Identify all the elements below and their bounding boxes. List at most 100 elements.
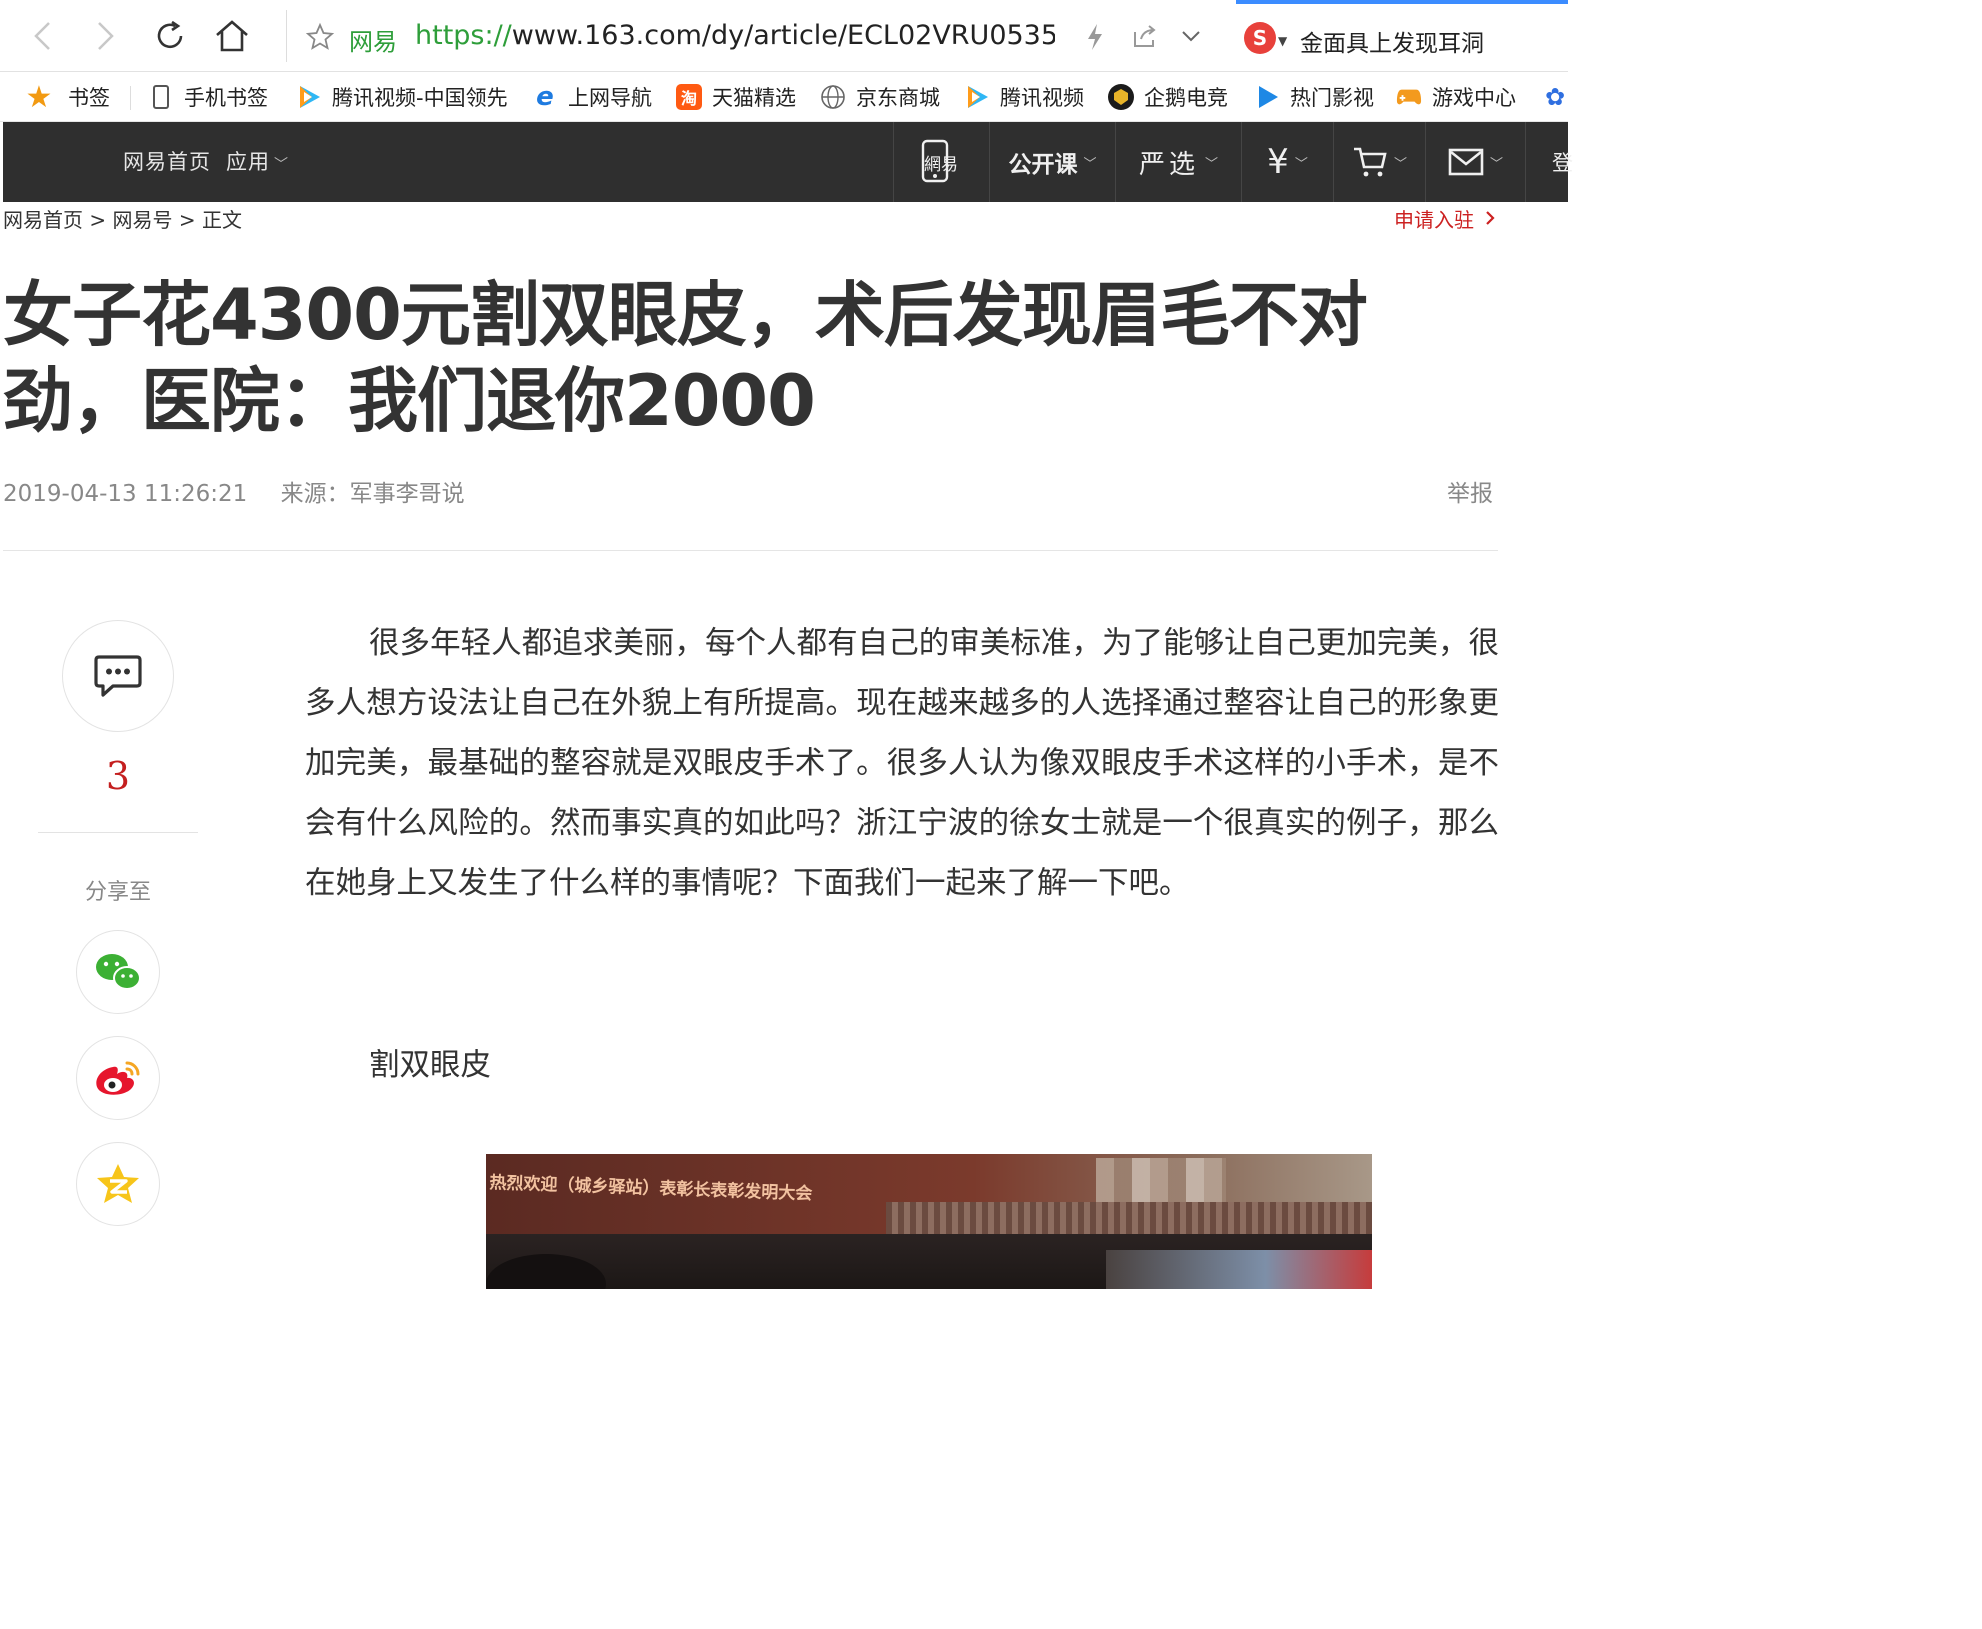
breadcrumb-home[interactable]: 网易首页 <box>3 208 83 232</box>
chevron-down-icon: ﹀ <box>1393 156 1407 172</box>
bookmark-label: 腾讯视频 <box>1000 86 1084 110</box>
article-photo[interactable]: 热烈欢迎（城乡驿站）表彰长表彰发明大会 <box>486 1154 1372 1289</box>
site-nav-bar: 网易首页 应用 ﹀ 網易 公开课 ﹀ 严选 ﹀ ¥ ﹀ ﹀ ﹀ 登 <box>3 122 1573 202</box>
bookmark-mobile[interactable]: 手机书签 <box>148 82 268 112</box>
nav-finance[interactable]: ¥ ﹀ <box>1241 122 1333 202</box>
chevron-down-icon: ﹀ <box>1205 156 1219 172</box>
bookmark-label: 上网导航 <box>568 86 652 110</box>
share-weibo-button[interactable] <box>76 1036 160 1120</box>
bookmark-penguin-esports[interactable]: 企鹅电竞 <box>1108 82 1228 112</box>
bookmark-tencent-video[interactable]: 腾讯视频-中国领先 <box>296 82 508 112</box>
report-link[interactable]: 举报 <box>1447 474 1493 508</box>
bookmark-jd[interactable]: 京东商城 <box>820 82 940 112</box>
phone-icon <box>148 84 174 110</box>
header-divider <box>3 550 1498 551</box>
ie-icon: e <box>536 82 554 112</box>
login-label: 登 <box>1552 151 1573 175</box>
bookmark-navigation[interactable]: e 上网导航 <box>532 82 652 112</box>
nav-home-link[interactable]: 网易首页 <box>123 146 211 176</box>
share-label: 分享至 <box>84 880 151 905</box>
bookmark-game-center[interactable]: 游戏中心 <box>1396 82 1516 112</box>
share-page-icon[interactable] <box>1131 22 1159 50</box>
bookmark-overflow[interactable]: ✿ <box>1542 82 1568 112</box>
nav-mail[interactable]: ﹀ <box>1425 122 1525 202</box>
bookmark-label: 游戏中心 <box>1432 86 1516 110</box>
tencent-video-icon <box>296 84 322 110</box>
play-icon <box>1254 84 1280 110</box>
yanxuan-label: 严选 <box>1138 149 1199 180</box>
address-bar[interactable]: 网易 https://www.163.com/dy/article/ECL02V… <box>286 10 1226 62</box>
refresh-button[interactable] <box>148 14 192 58</box>
weibo-icon <box>96 1061 140 1095</box>
apply-join-label: 申请入驻 <box>1394 208 1474 232</box>
gamepad-icon <box>1396 84 1422 110</box>
share-qzone-button[interactable] <box>76 1142 160 1226</box>
apply-join-link[interactable]: 申请入驻 <box>1394 204 1496 233</box>
qzone-star-icon <box>97 1164 139 1203</box>
penguin-esports-icon <box>1108 84 1134 110</box>
globe-icon <box>820 84 846 110</box>
nav-cart[interactable]: ﹀ <box>1333 122 1425 202</box>
mobile-app-text: 網易 <box>924 155 958 175</box>
url-text[interactable]: https://www.163.com/dy/article/ECL02VRU0… <box>415 20 1055 51</box>
home-button[interactable] <box>210 14 254 58</box>
bookmark-label: 腾讯视频-中国领先 <box>332 86 508 110</box>
sidebar-divider <box>38 832 198 833</box>
dropdown-arrow-icon[interactable] <box>1179 22 1203 50</box>
article-meta: 2019-04-13 11:26:21 来源：军事李哥说 <box>3 474 465 508</box>
search-input[interactable]: 金面具上发现耳洞 <box>1300 24 1484 58</box>
sogou-search-icon[interactable]: S <box>1244 22 1276 54</box>
bookmark-folder[interactable]: ★ 书签 <box>25 79 110 115</box>
article-title: 女子花4300元割双眼皮，术后发现眉毛不对劲，医院：我们退你2000 <box>3 274 1368 442</box>
bookmark-tencent-video-2[interactable]: 腾讯视频 <box>964 82 1084 112</box>
browser-toolbar: 网易 https://www.163.com/dy/article/ECL02V… <box>0 0 1568 72</box>
bookmark-label: 企鹅电竞 <box>1144 86 1228 110</box>
star-icon: ★ <box>25 79 53 115</box>
bookmark-label: 天猫精选 <box>712 86 796 110</box>
comment-count[interactable]: 3 <box>38 754 198 798</box>
bookmark-separator <box>130 86 131 110</box>
share-wechat-button[interactable] <box>76 930 160 1014</box>
chevron-right-icon <box>98 22 114 50</box>
site-identity-label: 网易 <box>349 28 397 56</box>
bookmark-hot-movies[interactable]: 热门影视 <box>1254 82 1374 112</box>
chevron-left-icon <box>34 22 50 50</box>
breadcrumb-current: 正文 <box>201 208 242 232</box>
nav-yanxuan[interactable]: 严选 ﹀ <box>1115 122 1241 202</box>
comment-bubble-icon <box>94 655 142 697</box>
favorite-star-icon[interactable] <box>305 22 335 52</box>
nav-apps-menu[interactable]: 应用 ﹀ <box>226 146 289 176</box>
chevron-right-icon <box>1486 211 1495 225</box>
chevron-down-icon: ﹀ <box>1083 156 1097 172</box>
home-icon <box>216 20 248 52</box>
lightning-icon[interactable] <box>1083 22 1107 52</box>
bookmark-tmall[interactable]: 淘 天猫精选 <box>676 82 796 112</box>
breadcrumb-netease-hao[interactable]: 网易号 <box>112 208 172 232</box>
publish-datetime: 2019-04-13 11:26:21 <box>3 481 248 507</box>
nav-mobile-app[interactable]: 網易 <box>893 122 989 202</box>
breadcrumb-separator: > <box>178 208 196 232</box>
photo-background-area <box>1106 1250 1372 1289</box>
bookmarks-bar: ★ 书签 手机书签 腾讯视频-中国领先 e 上网导航 淘 天猫精选 京东商城 腾… <box>0 72 1568 122</box>
search-engine-caret-icon[interactable]: ▼ <box>1278 34 1287 48</box>
yuan-icon: ¥ <box>1267 142 1289 182</box>
baidu-paw-icon: ✿ <box>1544 83 1566 111</box>
article-paragraph: 很多年轻人都追求美丽，每个人都有自己的审美标准，为了能够让自己更加完美，很多人想… <box>305 626 1499 901</box>
back-button[interactable] <box>20 14 64 58</box>
article-source[interactable]: 来源：军事李哥说 <box>281 481 465 507</box>
article-subheading: 割双眼皮 <box>369 1048 491 1083</box>
forward-button[interactable] <box>84 14 128 58</box>
url-path: www.163.com/dy/article/ECL02VRU05352MQG <box>511 20 1055 51</box>
tencent-video-icon <box>964 84 990 110</box>
chevron-down-icon: ﹀ <box>1294 156 1308 172</box>
url-protocol: https:// <box>415 20 512 51</box>
open-course-label: 公开课 <box>1008 152 1078 178</box>
nav-login[interactable]: 登 <box>1525 122 1573 202</box>
comment-button[interactable] <box>62 620 174 732</box>
nav-apps-label: 应用 <box>226 150 270 174</box>
search-box[interactable]: S ▼ 金面具上发现耳洞 <box>1236 0 1568 72</box>
refresh-icon <box>157 20 183 49</box>
nav-open-course[interactable]: 公开课 ﹀ <box>989 122 1115 202</box>
bookmark-label: 手机书签 <box>184 86 268 110</box>
bookmark-label: 书签 <box>68 86 110 110</box>
